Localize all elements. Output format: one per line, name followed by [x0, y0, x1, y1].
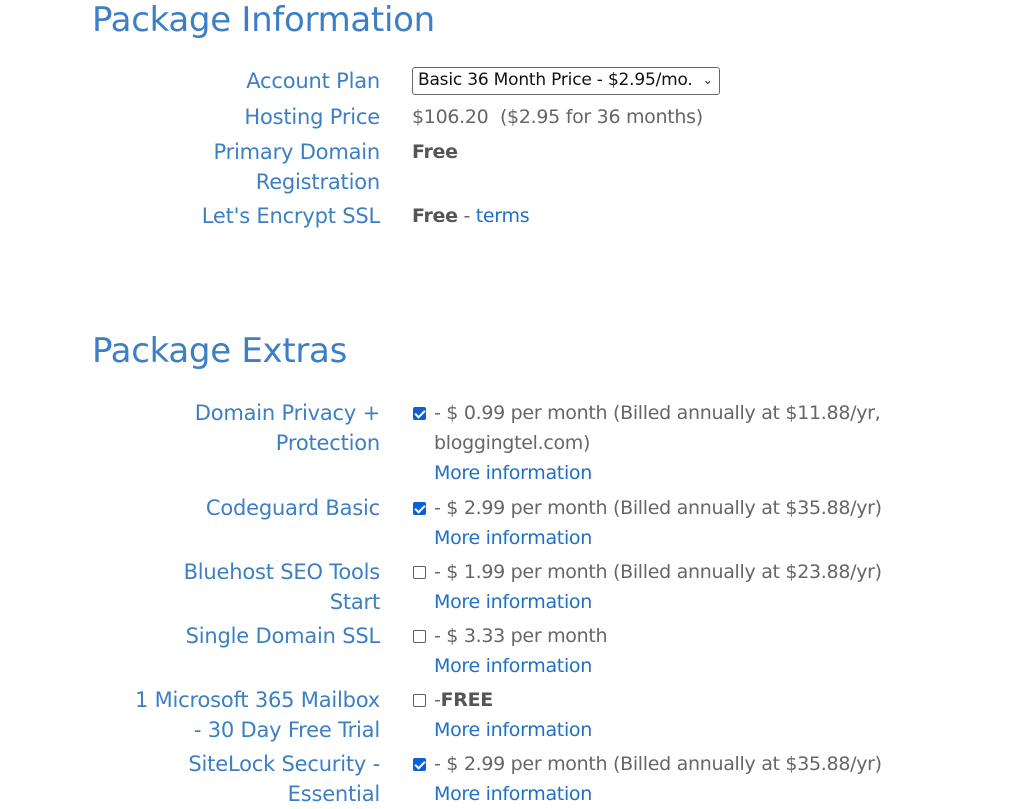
extra-label: Codeguard Basic [60, 493, 380, 523]
extra-price-line1: - $ 0.99 per month (Billed annually at $… [434, 402, 881, 424]
microsoft-365-more-info-link[interactable]: More information [412, 715, 972, 745]
extra-label-line2: Essential [287, 782, 381, 806]
extra-price-free: FREE [440, 689, 494, 711]
sitelock-checkbox[interactable] [413, 758, 426, 771]
domain-privacy-more-info-link[interactable]: More information [412, 458, 972, 488]
primary-domain-label: Primary Domain Registration [60, 137, 380, 197]
extra-label-line1: 1 Microsoft 365 Mailbox [134, 688, 380, 712]
seo-tools-checkbox[interactable] [413, 566, 426, 579]
single-domain-ssl-more-info-link[interactable]: More information [412, 651, 972, 681]
extra-price-text: - $ 2.99 per month (Billed annually at $… [434, 497, 882, 519]
extra-label-line1: SiteLock Security - [188, 752, 380, 776]
extra-label-line1: Codeguard Basic [205, 496, 380, 520]
extra-label: Domain Privacy + Protection [60, 398, 380, 458]
seo-tools-more-info-link[interactable]: More information [412, 587, 972, 617]
extra-label: Single Domain SSL [60, 621, 381, 651]
single-domain-ssl-checkbox[interactable] [413, 630, 426, 643]
extra-label-line1: Single Domain SSL [185, 624, 381, 648]
package-information-heading: Package Information [92, 0, 435, 40]
extra-label: SiteLock Security - Essential [60, 749, 380, 809]
chevron-down-icon: ⌄ [702, 73, 713, 87]
extra-label-line2: - 30 Day Free Trial [193, 718, 380, 742]
extra-price-line2: bloggingtel.com) [434, 432, 591, 454]
extra-price-text: - $ 3.33 per month [434, 625, 608, 647]
codeguard-more-info-link[interactable]: More information [412, 523, 972, 553]
codeguard-checkbox[interactable] [413, 502, 426, 515]
account-plan-selected-value: Basic 36 Month Price - $2.95/mo. [418, 70, 693, 90]
account-plan-select[interactable]: Basic 36 Month Price - $2.95/mo. ⌄ [412, 67, 720, 95]
account-plan-label: Account Plan [246, 69, 380, 93]
extra-price-text: -FREE [434, 685, 972, 715]
ssl-label: Let's Encrypt SSL [201, 204, 380, 228]
microsoft-365-checkbox[interactable] [413, 694, 426, 707]
extra-label-line1: Bluehost SEO Tools [183, 560, 381, 584]
extra-label-line1: Domain Privacy + [194, 401, 380, 425]
hosting-price-label: Hosting Price [244, 105, 380, 129]
extra-label-line2: Protection [275, 431, 380, 455]
package-extras-heading: Package Extras [92, 331, 348, 371]
extra-price-text: - $ 1.99 per month (Billed annually at $… [434, 561, 882, 583]
ssl-value: Free [412, 205, 458, 227]
extra-label: Bluehost SEO Tools Start [60, 557, 381, 617]
primary-domain-value: Free [412, 141, 458, 163]
primary-domain-label-line2: Registration [255, 170, 380, 194]
domain-privacy-checkbox[interactable] [413, 407, 426, 420]
ssl-terms-link[interactable]: terms [476, 205, 530, 227]
extra-label: 1 Microsoft 365 Mailbox - 30 Day Free Tr… [60, 685, 380, 745]
ssl-separator: - [457, 205, 476, 227]
primary-domain-label-line1: Primary Domain [213, 140, 380, 164]
hosting-price-value: $106.20 ($2.95 for 36 months) [412, 106, 703, 128]
extra-price-text: - $ 2.99 per month (Billed annually at $… [434, 753, 882, 775]
extra-price-text: - $ 0.99 per month (Billed annually at $… [434, 398, 972, 458]
extra-label-line2: Start [329, 590, 381, 614]
sitelock-more-info-link[interactable]: More information [412, 779, 972, 809]
